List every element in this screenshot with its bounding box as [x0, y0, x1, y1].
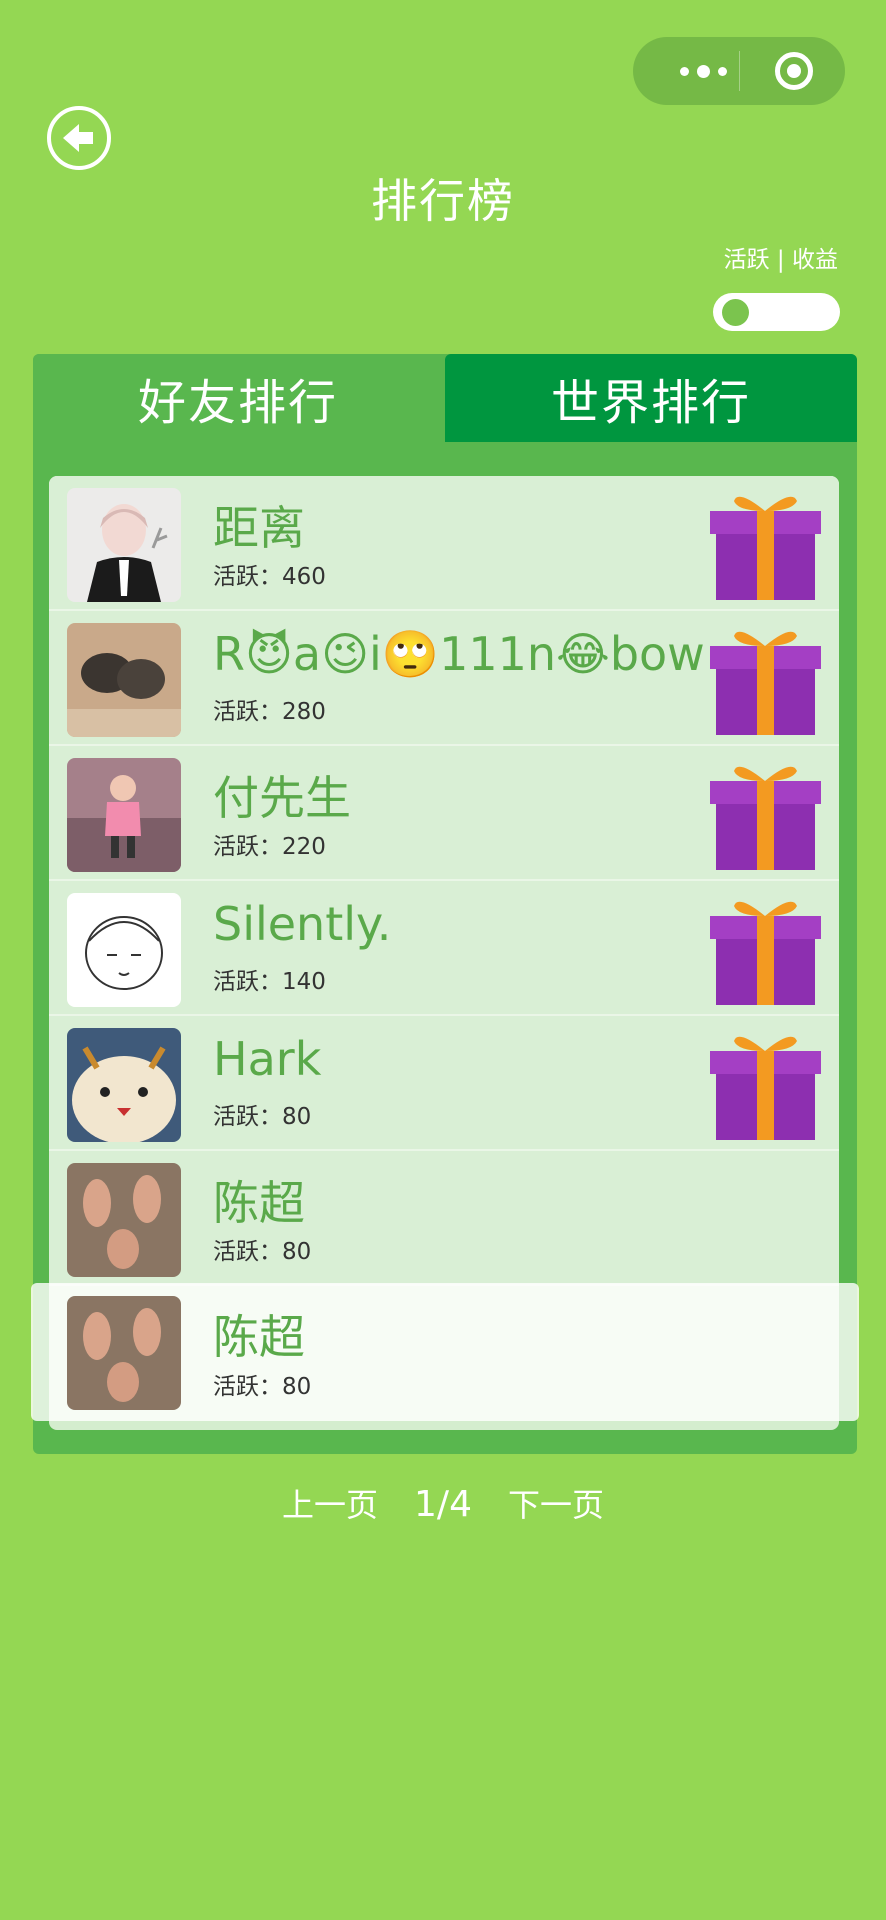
- avatar: [67, 1163, 181, 1277]
- gift-icon[interactable]: [708, 892, 823, 1007]
- more-icon[interactable]: [661, 37, 745, 105]
- tab-world[interactable]: 世界排行: [445, 354, 857, 442]
- next-page-button[interactable]: 下一页: [508, 1480, 604, 1526]
- avatar: [67, 1028, 181, 1142]
- avatar: [67, 488, 181, 602]
- player-name: 陈超: [213, 1310, 305, 1364]
- avatar: [67, 1296, 181, 1410]
- list-item[interactable]: 陈超 活跃：80: [49, 1151, 839, 1286]
- pager: 上一页 1/4 下一页: [0, 1480, 886, 1526]
- tab-friends[interactable]: 好友排行: [33, 354, 443, 442]
- toggle-knob: [722, 299, 749, 326]
- player-name: 付先生: [213, 771, 351, 825]
- capsule-menu: [633, 37, 845, 105]
- player-score: 活跃：80: [213, 1239, 312, 1265]
- player-name: Silently.: [213, 897, 392, 951]
- avatar: [67, 893, 181, 1007]
- gift-icon[interactable]: [708, 622, 823, 737]
- back-arrow-icon: [63, 124, 93, 152]
- back-button[interactable]: [47, 106, 111, 170]
- list-item[interactable]: 付先生 活跃：220: [49, 746, 839, 881]
- prev-page-button[interactable]: 上一页: [282, 1480, 378, 1526]
- player-score: 活跃：80: [213, 1104, 312, 1130]
- player-score: 活跃：140: [213, 969, 326, 995]
- page-indicator: 1/4: [414, 1484, 472, 1525]
- gift-icon[interactable]: [708, 1027, 823, 1142]
- player-name: R😈a😉i🙄111n😂bow: [213, 627, 705, 681]
- mode-toggle[interactable]: [713, 293, 840, 331]
- capsule-divider: [739, 51, 740, 91]
- player-name: 距离: [213, 501, 305, 555]
- avatar: [67, 758, 181, 872]
- avatar: [67, 623, 181, 737]
- list-item[interactable]: Hark 活跃：80: [49, 1016, 839, 1151]
- player-score: 活跃：280: [213, 699, 326, 725]
- list-item[interactable]: 距离 活跃：460: [49, 476, 839, 611]
- list-item[interactable]: Silently. 活跃：140: [49, 881, 839, 1016]
- player-score: 活跃：220: [213, 834, 326, 860]
- list-item[interactable]: R😈a😉i🙄111n😂bow 活跃：280: [49, 611, 839, 746]
- my-rank-row[interactable]: 陈超 活跃：80: [31, 1283, 859, 1421]
- player-score: 活跃：80: [213, 1374, 312, 1400]
- close-target-icon[interactable]: [775, 52, 813, 90]
- player-name: 陈超: [213, 1176, 305, 1230]
- page-title: 排行榜: [371, 174, 515, 228]
- mode-label: 活跃 | 收益: [723, 247, 838, 273]
- player-name: Hark: [213, 1032, 322, 1086]
- player-score: 活跃：460: [213, 564, 326, 590]
- gift-icon[interactable]: [708, 487, 823, 602]
- gift-icon[interactable]: [708, 757, 823, 872]
